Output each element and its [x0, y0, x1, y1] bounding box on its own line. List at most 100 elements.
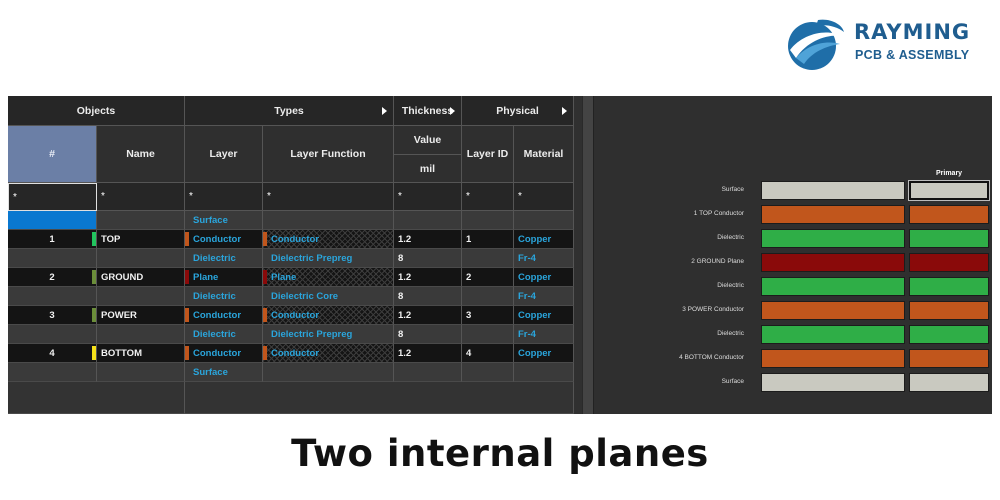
material-cell[interactable]: Copper	[514, 306, 574, 325]
stack-layer-bar[interactable]	[761, 301, 905, 320]
thickness-value-cell[interactable]: 1.2	[394, 306, 462, 325]
layer-name-cell[interactable]: POWER	[97, 306, 185, 325]
column-header-name[interactable]: Name	[97, 126, 185, 183]
filter-input[interactable]: *	[263, 183, 394, 211]
thickness-value-cell[interactable]: 1.2	[394, 230, 462, 249]
column-header-layer[interactable]: Layer	[185, 126, 263, 183]
layer-type-cell[interactable]: Dielectric	[185, 287, 263, 306]
material-cell[interactable]: Fr-4	[514, 325, 574, 344]
primary-layer-bar[interactable]	[909, 349, 989, 368]
row-number-cell[interactable]: 3	[8, 306, 97, 325]
material-cell[interactable]: Fr-4	[514, 287, 574, 306]
primary-layer-bar[interactable]	[909, 301, 989, 320]
row-number-cell[interactable]: 4	[8, 344, 97, 363]
column-header-layer-id[interactable]: Layer ID	[462, 126, 514, 183]
layer-type-cell[interactable]: Conductor	[185, 344, 263, 363]
thickness-value-cell[interactable]: 8	[394, 287, 462, 306]
material-cell[interactable]: Copper	[514, 268, 574, 287]
layer-name-cell[interactable]	[97, 287, 185, 306]
thickness-value-cell[interactable]: 8	[394, 249, 462, 268]
layer-function-cell[interactable]	[263, 211, 394, 230]
thickness-value-cell[interactable]: 8	[394, 325, 462, 344]
thickness-value-cell[interactable]: 1.2	[394, 268, 462, 287]
layer-type-cell[interactable]: Conductor	[185, 306, 263, 325]
layer-color-swatch[interactable]	[92, 232, 96, 246]
row-number-cell[interactable]	[8, 325, 97, 344]
layer-color-swatch[interactable]	[92, 346, 96, 360]
material-cell[interactable]: Copper	[514, 344, 574, 363]
layer-function-cell[interactable]: Conductor	[263, 344, 394, 363]
stack-layer-bar[interactable]	[761, 325, 905, 344]
primary-layer-bar[interactable]	[909, 253, 989, 272]
layer-type-cell[interactable]: Dielectric	[185, 325, 263, 344]
thickness-value-cell[interactable]	[394, 363, 462, 382]
layer-id-cell[interactable]	[462, 287, 514, 306]
material-cell[interactable]: Copper	[514, 230, 574, 249]
layer-id-cell[interactable]: 3	[462, 306, 514, 325]
row-number-cell[interactable]: 2	[8, 268, 97, 287]
expand-arrow-icon[interactable]	[382, 106, 387, 115]
layer-name-cell[interactable]	[97, 363, 185, 382]
primary-layer-bar[interactable]	[908, 180, 990, 201]
layer-type-cell[interactable]: Plane	[185, 268, 263, 287]
row-number-cell[interactable]: 1	[8, 230, 97, 249]
filter-input[interactable]: *	[97, 183, 185, 211]
layer-name-cell[interactable]: GROUND	[97, 268, 185, 287]
filter-input[interactable]: *	[185, 183, 263, 211]
layer-function-cell[interactable]: Conductor	[263, 230, 394, 249]
layer-type-cell[interactable]: Surface	[185, 363, 263, 382]
group-header-types[interactable]: Types	[185, 96, 394, 126]
stack-layer-bar[interactable]	[761, 205, 905, 224]
column-header-value[interactable]: Value	[394, 126, 462, 155]
layer-name-cell[interactable]: TOP	[97, 230, 185, 249]
primary-layer-bar[interactable]	[909, 205, 989, 224]
layer-color-swatch[interactable]	[92, 308, 96, 322]
stack-layer-bar[interactable]	[761, 277, 905, 296]
primary-layer-bar[interactable]	[909, 277, 989, 296]
expand-arrow-icon[interactable]	[562, 106, 567, 115]
stack-layer-bar[interactable]	[761, 229, 905, 248]
filter-input[interactable]: *	[8, 183, 97, 211]
primary-layer-bar[interactable]	[909, 325, 989, 344]
filter-input[interactable]: *	[514, 183, 574, 211]
layer-type-cell[interactable]: Conductor	[185, 230, 263, 249]
layer-function-cell[interactable]: Dielectric Prepreg	[263, 325, 394, 344]
column-header-hash[interactable]: #	[8, 126, 97, 183]
layer-function-cell[interactable]	[263, 363, 394, 382]
material-cell[interactable]: Fr-4	[514, 249, 574, 268]
layer-function-cell[interactable]: Dielectric Core	[263, 287, 394, 306]
filter-input[interactable]: *	[394, 183, 462, 211]
expand-arrow-icon[interactable]	[450, 106, 455, 115]
layer-id-cell[interactable]	[462, 363, 514, 382]
layer-name-cell[interactable]	[97, 249, 185, 268]
layer-id-cell[interactable]	[462, 325, 514, 344]
thickness-value-cell[interactable]: 1.2	[394, 344, 462, 363]
layer-name-cell[interactable]: BOTTOM	[97, 344, 185, 363]
row-number-cell[interactable]	[8, 249, 97, 268]
thickness-value-cell[interactable]	[394, 211, 462, 230]
primary-layer-bar[interactable]	[909, 229, 989, 248]
layer-id-cell[interactable]	[462, 211, 514, 230]
layer-type-cell[interactable]: Dielectric	[185, 249, 263, 268]
material-cell[interactable]	[514, 211, 574, 230]
layer-color-swatch[interactable]	[92, 270, 96, 284]
pane-splitter[interactable]	[582, 96, 594, 414]
layer-name-cell[interactable]	[97, 325, 185, 344]
layer-function-cell[interactable]: Dielectric Prepreg	[263, 249, 394, 268]
filter-input[interactable]: *	[462, 183, 514, 211]
layer-function-cell[interactable]: Conductor	[263, 306, 394, 325]
column-header-material[interactable]: Material	[514, 126, 574, 183]
group-header-objects[interactable]: Objects	[8, 96, 185, 126]
primary-layer-bar[interactable]	[909, 373, 989, 392]
row-number-cell[interactable]	[8, 287, 97, 306]
row-number-cell[interactable]	[8, 211, 97, 230]
layer-type-cell[interactable]: Surface	[185, 211, 263, 230]
layer-name-cell[interactable]	[97, 211, 185, 230]
column-header-layer-function[interactable]: Layer Function	[263, 126, 394, 183]
stack-layer-bar[interactable]	[761, 349, 905, 368]
stack-layer-bar[interactable]	[761, 373, 905, 392]
layer-id-cell[interactable]	[462, 249, 514, 268]
stack-layer-bar[interactable]	[761, 253, 905, 272]
material-cell[interactable]	[514, 363, 574, 382]
stack-layer-bar[interactable]	[761, 181, 905, 200]
